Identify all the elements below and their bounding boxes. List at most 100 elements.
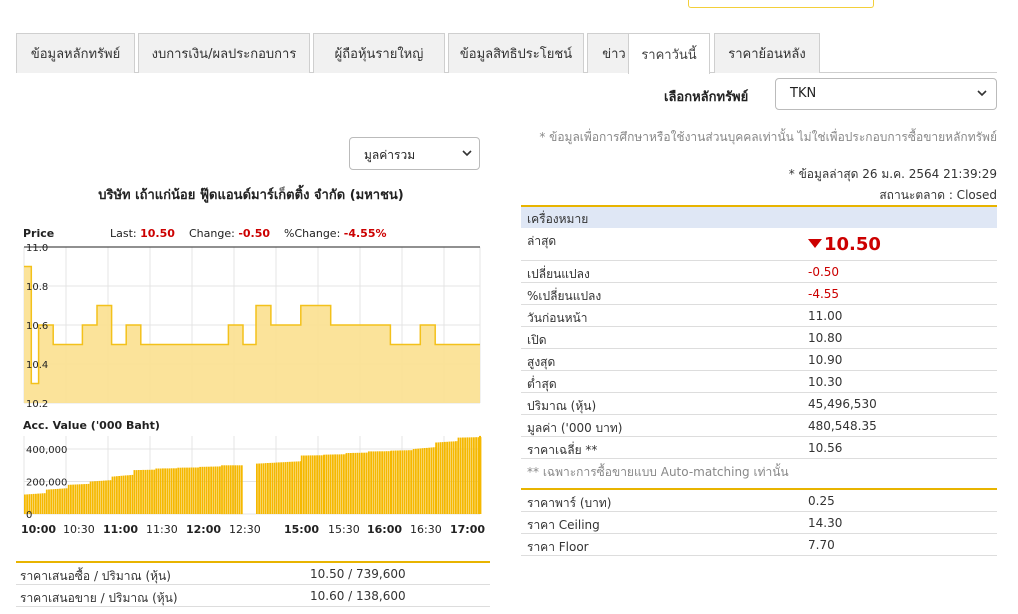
- value-bar: [477, 437, 480, 514]
- tab-financials[interactable]: งบการเงิน/ผลประกอบการ: [138, 33, 310, 73]
- value-bar: [419, 448, 422, 514]
- quote-label: เปิด: [527, 333, 547, 347]
- tab-rights[interactable]: ข้อมูลสิทธิประโยชน์: [448, 33, 584, 73]
- tab-label: ราคาย้อนหลัง: [728, 47, 806, 62]
- value-bar: [168, 468, 171, 514]
- last-price-value: 10.50: [824, 234, 881, 255]
- pct-change-info: %Change: -4.55%: [284, 227, 387, 240]
- value-bar: [446, 441, 448, 514]
- time-tick-label: 15:00: [284, 523, 320, 536]
- value-bar: [421, 448, 424, 514]
- value-bar: [365, 452, 368, 514]
- value-bar: [234, 465, 237, 515]
- value-bar: [194, 467, 197, 514]
- value-bar: [35, 493, 37, 514]
- value-bar: [45, 489, 48, 514]
- value-bar: [428, 447, 430, 514]
- value-bar: [432, 447, 435, 514]
- value-bar: [67, 484, 70, 515]
- tab-major-shareholders[interactable]: ผู้ถือหุ้นรายใหญ่: [313, 33, 445, 73]
- value-bar: [227, 465, 230, 515]
- value-bar: [439, 442, 442, 514]
- value-bar: [229, 465, 232, 515]
- tab-label: ข่าว: [602, 47, 626, 62]
- value-bar: [94, 481, 96, 514]
- value-bar: [405, 450, 408, 514]
- value-bar: [120, 475, 123, 514]
- tab-security-info[interactable]: ข้อมูลหลักทรัพย์: [16, 33, 135, 73]
- time-tick-label: 11:00: [103, 523, 139, 536]
- value-bar: [437, 442, 440, 514]
- quote-value: -0.50: [808, 265, 840, 279]
- value-bar: [392, 450, 395, 514]
- value-bar: [155, 468, 158, 514]
- quote-value: 10.30: [808, 375, 843, 389]
- bid-label: ราคาเสนอซื้อ / ปริมาณ (หุ้น): [20, 569, 171, 583]
- value-bar: [262, 463, 265, 514]
- value-bar: [435, 442, 437, 514]
- value-bar: [74, 484, 77, 514]
- search-box-edge[interactable]: [688, 0, 874, 8]
- value-bar: [72, 484, 74, 514]
- value-bar: [146, 469, 149, 514]
- time-tick-label: 17:00: [450, 523, 486, 536]
- value-bar: [111, 476, 114, 514]
- value-bar: [258, 463, 260, 514]
- value-bar: [113, 476, 116, 514]
- value-bar: [307, 455, 310, 514]
- value-bar: [183, 467, 186, 514]
- tab-historical-price[interactable]: ราคาย้อนหลัง: [714, 33, 820, 73]
- value-bar: [256, 463, 258, 514]
- change-label: Change:: [189, 227, 235, 240]
- tab-label: ข้อมูลสิทธิประโยชน์: [459, 47, 573, 62]
- quote-label: เปลี่ยนแปลง: [527, 267, 590, 281]
- value-bar: [372, 451, 375, 514]
- value-bar: [260, 463, 263, 514]
- value-tick-label: 400,000: [26, 445, 67, 456]
- value-bar: [173, 468, 175, 514]
- value-bar: [127, 475, 129, 514]
- tab-today-price[interactable]: ราคาวันนี้: [628, 33, 710, 74]
- value-bar: [289, 461, 291, 514]
- limit-label: ราคาพาร์ (บาท): [527, 496, 612, 510]
- quote-footnote: ** เฉพาะการซื้อขายแบบ Auto-matching เท่า…: [527, 465, 789, 479]
- value-bar: [100, 480, 103, 514]
- value-bar: [98, 480, 101, 514]
- value-bar: [399, 450, 401, 514]
- price-chart: 11.0 10.8 10.6 10.4 10.2: [23, 243, 481, 407]
- value-bar: [291, 461, 293, 514]
- value-bar: [415, 448, 417, 514]
- value-bar: [157, 468, 160, 514]
- limit-value: 14.30: [808, 516, 843, 530]
- value-bar: [116, 476, 118, 514]
- value-bar: [219, 466, 221, 514]
- value-bar: [374, 451, 377, 514]
- value-bar: [352, 452, 354, 514]
- value-bar: [379, 451, 381, 514]
- value-bar: [370, 451, 372, 514]
- quote-table-header: เครื่องหมาย: [521, 205, 997, 228]
- value-bar: [475, 437, 477, 514]
- value-bar: [208, 466, 210, 514]
- pct-change-value: -4.55%: [343, 227, 387, 240]
- value-bar: [305, 455, 307, 514]
- value-bar: [381, 451, 383, 514]
- price-label: Price: [23, 227, 55, 240]
- value-bar: [118, 476, 120, 514]
- value-bar: [403, 450, 406, 514]
- value-bar: [448, 441, 451, 514]
- value-bar: [309, 455, 312, 514]
- value-bar: [212, 466, 215, 514]
- last-label: Last:: [110, 227, 137, 240]
- down-triangle-icon: [808, 239, 822, 248]
- security-select[interactable]: TKN: [775, 78, 997, 110]
- chart-value-select-value: มูลค่ารวม: [364, 148, 416, 162]
- value-bar: [444, 441, 446, 514]
- value-bar: [267, 463, 269, 514]
- value-bar: [52, 489, 55, 514]
- last-update-note: * ข้อมูลล่าสุด 26 ม.ค. 2564 21:39:29: [788, 167, 997, 181]
- value-bar: [468, 437, 471, 514]
- quote-row: เปิด 10.80: [521, 327, 997, 349]
- value-bar: [135, 470, 138, 514]
- chart-value-select[interactable]: มูลค่ารวม: [349, 137, 480, 170]
